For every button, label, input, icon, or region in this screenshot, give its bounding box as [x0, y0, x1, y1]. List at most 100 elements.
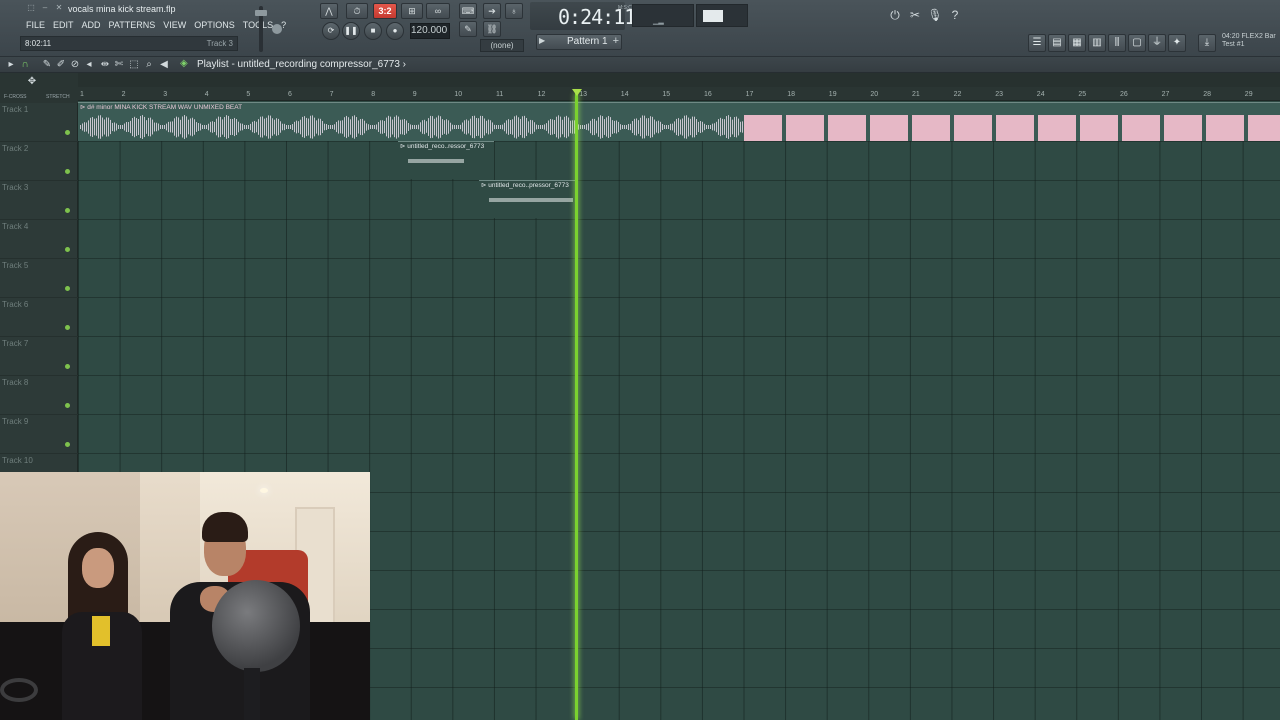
clip-title: ⊳ d# minor MINA KICK STREAM WAV UNMIXED … — [80, 104, 243, 111]
track-enable-led[interactable] — [65, 208, 70, 213]
draw-tool-icon[interactable]: ✎ — [459, 21, 477, 37]
ruler-bar-number: 11 — [496, 91, 504, 98]
time-display[interactable]: 0:24:11 M:S:CS — [530, 2, 636, 30]
snap-select[interactable]: (none) — [480, 39, 524, 52]
pause-icon[interactable]: ❚❚ — [342, 22, 360, 40]
track-header[interactable]: Track 9 — [0, 415, 78, 454]
step-edit-icon[interactable]: ⊞ — [401, 3, 423, 19]
master-pitch-knob[interactable] — [272, 24, 282, 34]
timeline-ruler[interactable]: 1 2 3 4 5 6 7 8 9 10 11 12 13 14 15 16 17 18 19 20 21 22 23 24 2… — [78, 87, 1280, 101]
track-header[interactable]: Track 3 — [0, 181, 78, 220]
mute-tool-icon[interactable]: ◂ — [82, 58, 96, 72]
track-header[interactable]: Track 5 — [0, 259, 78, 298]
beat-indicator[interactable]: 3:2 — [373, 3, 397, 19]
track-header[interactable]: Track 6 — [0, 298, 78, 337]
audio-clip-recording-2[interactable]: ⊳ untitled_reco..pressor_6773 — [479, 180, 577, 218]
track-enable-led[interactable] — [65, 247, 70, 252]
browser-view-icon[interactable]: ▦ — [1068, 34, 1086, 52]
ruler-bar-number: 6 — [288, 91, 292, 98]
track-enable-led[interactable] — [65, 169, 70, 174]
metronome-icon[interactable]: ⋀ — [320, 3, 338, 19]
track-header[interactable]: Track 4 — [0, 220, 78, 259]
zoom-tool-icon[interactable]: ⌕ — [142, 58, 156, 72]
undo-history-icon[interactable]: ✂ — [906, 6, 924, 24]
menu-view[interactable]: VIEW — [159, 19, 190, 32]
playlist-view-icon[interactable]: ☰ — [1028, 34, 1046, 52]
track-enable-led[interactable] — [65, 403, 70, 408]
pencil-tool-icon[interactable]: ✎ — [40, 58, 54, 72]
cpu-meter-icon[interactable]: ♁ — [505, 3, 523, 19]
news-panel[interactable]: 04:20 FLEX2 Bar Test #1 — [1222, 33, 1276, 49]
plug-icon[interactable]: ⏚ — [1148, 34, 1166, 52]
add-pattern-button[interactable]: + — [613, 35, 619, 47]
playhead[interactable] — [575, 93, 578, 720]
ruler-bar-number: 25 — [1078, 91, 1087, 98]
minimize-icon[interactable]: – — [39, 3, 51, 13]
plugin-picker-icon[interactable]: ▢ — [1128, 34, 1146, 52]
playlist-menu-arrow-icon[interactable]: ▸ — [4, 58, 18, 72]
loop-bar[interactable] — [78, 73, 1280, 87]
select-tool-icon[interactable]: ⬚ — [127, 58, 141, 72]
slice-tool-icon[interactable]: ✄ — [112, 58, 126, 72]
track-enable-led[interactable] — [65, 325, 70, 330]
slip-tool-icon[interactable]: ⇹ — [98, 58, 112, 72]
track-header[interactable]: Track 7 — [0, 337, 78, 376]
audio-clip-recording-1[interactable]: ⊳ untitled_reco..ressor_6773 — [398, 141, 494, 179]
menu-options[interactable]: OPTIONS — [190, 19, 239, 32]
track-enable-led[interactable] — [65, 364, 70, 369]
track-header[interactable]: Track 8 — [0, 376, 78, 415]
stretch-label[interactable]: STRETCH — [46, 94, 70, 100]
clip-title-text: d# minor MINA KICK STREAM WAV UNMIXED BE… — [87, 104, 243, 111]
menu-edit[interactable]: EDIT — [49, 19, 78, 32]
track-name: Track 4 — [2, 222, 29, 231]
pattern-selector[interactable]: ▶ Pattern 1 + — [536, 34, 622, 50]
playlist-title-arrow: › — [402, 59, 407, 70]
ruler-bar-number: 1 — [80, 91, 84, 98]
typing-keyboard-icon[interactable]: ⌨ — [459, 3, 477, 19]
track-header[interactable]: Track 1 — [0, 103, 78, 142]
mixer-view-icon[interactable]: ⫼ — [1108, 34, 1126, 52]
tempo-display[interactable]: 120.000 — [410, 23, 450, 39]
download-icon[interactable]: ⤓ — [1198, 34, 1216, 52]
playhead-marker[interactable] — [572, 89, 582, 96]
link-icon[interactable]: ⛓ — [483, 21, 501, 37]
ruler-bar-number: 29 — [1244, 91, 1253, 98]
step-forward-icon[interactable]: ➔ — [483, 3, 501, 19]
tempo-tapper-icon[interactable]: ✦ — [1168, 34, 1186, 52]
help-icon[interactable]: ? — [946, 6, 964, 24]
restore-icon[interactable]: ⬚ — [25, 3, 37, 13]
channel-rack-view-icon[interactable]: ▥ — [1088, 34, 1106, 52]
track-enable-led[interactable] — [65, 130, 70, 135]
menu-file[interactable]: FILE — [22, 19, 49, 32]
ruler-bar-number: 20 — [870, 91, 879, 98]
crossfade-label[interactable]: F-CROSS — [4, 94, 27, 100]
audio-clip-beat[interactable]: ⊳ d# minor MINA KICK STREAM WAV UNMIXED … — [78, 102, 1280, 141]
piano-roll-view-icon[interactable]: ▤ — [1048, 34, 1066, 52]
record-icon[interactable]: ● — [386, 22, 404, 40]
stop-icon[interactable]: ■ — [364, 22, 382, 40]
loop-mode-icon[interactable]: ⟳ — [322, 22, 340, 40]
track-header-tools: ✥ F-CROSS STRETCH — [0, 73, 78, 103]
delete-tool-icon[interactable]: ⊘ — [68, 58, 82, 72]
track-name: Track 5 — [2, 261, 29, 270]
wait-icon[interactable]: ⏱ — [346, 3, 368, 19]
menu-patterns[interactable]: PATTERNS — [105, 19, 160, 32]
paint-tool-icon[interactable]: ✐ — [54, 58, 68, 72]
power-icon[interactable]: ⏻ — [886, 6, 904, 24]
ruler-bar-number: 28 — [1203, 91, 1211, 98]
microphone-icon[interactable]: 🎙 — [926, 6, 944, 24]
magnet-icon[interactable]: ∩ — [18, 58, 32, 72]
move-icon[interactable]: ✥ — [25, 75, 39, 89]
pattern-arrow-icon: ▶ — [539, 36, 546, 45]
track-header[interactable]: Track 2 — [0, 142, 78, 181]
track-enable-led[interactable] — [65, 286, 70, 291]
track-enable-led[interactable] — [65, 442, 70, 447]
master-volume-handle[interactable] — [255, 10, 267, 16]
playback-tool-icon[interactable]: ◀ — [157, 58, 171, 72]
ruler-bar-number: 3 — [163, 91, 168, 98]
ruler-bar-number: 7 — [329, 91, 334, 98]
loop-record-icon[interactable]: ∞ — [426, 3, 450, 19]
menu-add[interactable]: ADD — [78, 19, 105, 32]
close-icon[interactable]: ✕ — [53, 3, 65, 13]
playlist-play-icon[interactable]: ◈ — [180, 58, 188, 69]
